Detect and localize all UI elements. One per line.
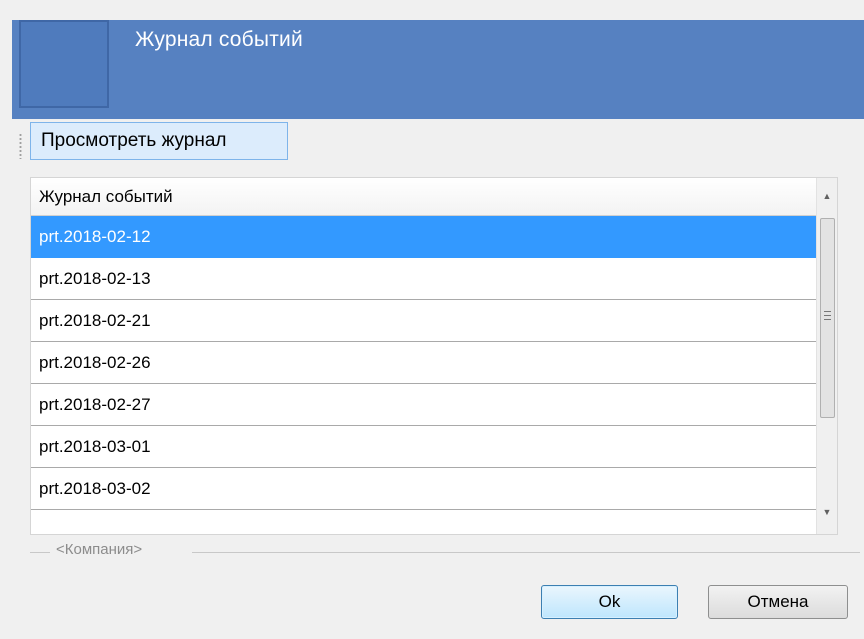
table-row[interactable]: prt.2018-02-21 bbox=[31, 300, 817, 342]
column-header[interactable]: Журнал событий bbox=[31, 178, 817, 216]
table-row[interactable]: prt.2018-02-12 bbox=[31, 216, 817, 258]
view-log-button[interactable]: Просмотреть журнал bbox=[30, 122, 288, 160]
cancel-button[interactable]: Отмена bbox=[708, 585, 848, 619]
separator-right bbox=[192, 552, 860, 553]
table-row[interactable]: prt.2018-03-01 bbox=[31, 426, 817, 468]
toolbar-grip-icon[interactable] bbox=[19, 133, 22, 159]
thumb-grip-icon bbox=[824, 311, 831, 320]
event-log-grid[interactable]: Журнал событий prt.2018-02-12 prt.2018-0… bbox=[30, 177, 838, 535]
table-row[interactable]: prt.2018-02-26 bbox=[31, 342, 817, 384]
company-label: <Компания> bbox=[56, 541, 143, 558]
table-row[interactable]: prt.2018-03-02 bbox=[31, 468, 817, 510]
table-row[interactable] bbox=[31, 510, 817, 534]
toolbar: Просмотреть журнал bbox=[12, 122, 864, 164]
scroll-thumb[interactable] bbox=[820, 218, 835, 418]
separator-left bbox=[30, 552, 50, 553]
grid-rows: prt.2018-02-12 prt.2018-02-13 prt.2018-0… bbox=[31, 216, 817, 534]
scroll-down-icon[interactable]: ▼ bbox=[817, 502, 837, 522]
header-app-icon bbox=[19, 20, 109, 108]
scroll-up-icon[interactable]: ▲ bbox=[817, 186, 837, 206]
dialog-header: Журнал событий bbox=[12, 20, 864, 119]
ok-button[interactable]: Ok bbox=[541, 585, 678, 619]
vertical-scrollbar[interactable]: ▲ ▼ bbox=[816, 178, 837, 534]
table-row[interactable]: prt.2018-02-27 bbox=[31, 384, 817, 426]
header-title: Журнал событий bbox=[135, 28, 303, 51]
table-row[interactable]: prt.2018-02-13 bbox=[31, 258, 817, 300]
